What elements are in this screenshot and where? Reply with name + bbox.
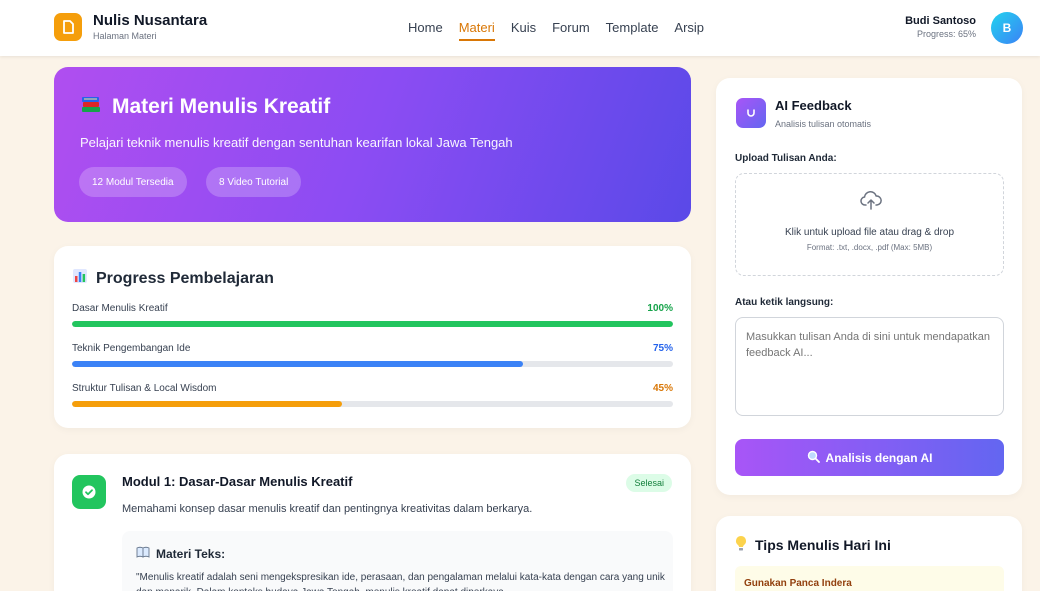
check-icon xyxy=(72,475,106,509)
user-progress: Progress: 65% xyxy=(916,29,976,39)
user-info: Budi Santoso Progress: 65% xyxy=(905,14,976,40)
cloud-upload-icon xyxy=(860,190,882,215)
progress-label: Struktur Tulisan & Local Wisdom xyxy=(72,383,217,394)
ai-feedback-card: AI Feedback Analisis tulisan otomatis Up… xyxy=(716,78,1022,495)
module-text-box: Materi Teks: "Menulis kreatif adalah sen… xyxy=(122,531,673,591)
user-name: Budi Santoso xyxy=(905,15,976,27)
nav-template[interactable]: Template xyxy=(606,19,659,41)
progress-label: Teknik Pengembangan Ide xyxy=(72,343,191,354)
logo-icon[interactable] xyxy=(54,13,82,41)
module-text-title: Materi Teks: xyxy=(156,546,226,561)
lightbulb-icon xyxy=(735,535,747,555)
tip-item[interactable]: Gunakan Panca Indera xyxy=(735,566,1004,591)
ai-feedback-title: AI Feedback xyxy=(775,98,852,113)
status-badge: Selesai xyxy=(626,474,672,492)
nav-materi[interactable]: Materi xyxy=(458,19,495,41)
hero-banner: Materi Menulis Kreatif Pelajari teknik m… xyxy=(54,67,691,222)
ai-feedback-subtitle: Analisis tulisan otomatis xyxy=(775,119,872,129)
hero-title-row: Materi Menulis Kreatif xyxy=(80,93,330,121)
upload-dropzone[interactable]: Klik untuk upload file atau drag & drop … xyxy=(735,173,1004,276)
progress-track xyxy=(72,361,673,367)
progress-percent: 45% xyxy=(652,383,673,394)
progress-card: Progress Pembelajaran Dasar Menulis Krea… xyxy=(54,246,691,428)
module-title: Modul 1: Dasar-Dasar Menulis Kreatif xyxy=(122,474,353,489)
videos-count-pill: 8 Video Tutorial xyxy=(206,167,302,197)
bar-chart-icon xyxy=(72,268,88,289)
type-label: Atau ketik langsung: xyxy=(735,297,834,308)
analyze-button-label: Analisis dengan AI xyxy=(825,450,933,465)
analyze-button[interactable]: Analisis dengan AI xyxy=(735,439,1004,476)
brand-subtitle: Halaman Materi xyxy=(93,31,157,41)
top-navbar: Nulis Nusantara Halaman Materi Home Mate… xyxy=(0,0,1040,56)
brand-name: Nulis Nusantara xyxy=(93,12,208,29)
module-card[interactable]: Modul 1: Dasar-Dasar Menulis Kreatif Sel… xyxy=(54,454,691,591)
progress-fill xyxy=(72,321,673,327)
tips-card: Tips Menulis Hari Ini Gunakan Panca Inde… xyxy=(716,516,1022,591)
module-description: Memahami konsep dasar menulis kreatif da… xyxy=(122,503,533,515)
nav-arsip[interactable]: Arsip xyxy=(674,19,704,41)
dropzone-text: Klik untuk upload file atau drag & drop xyxy=(785,227,954,238)
progress-track xyxy=(72,321,673,327)
tips-title-row: Tips Menulis Hari Ini xyxy=(735,535,891,555)
progress-title: Progress Pembelajaran xyxy=(96,269,274,287)
main-nav: Home Materi Kuis Forum Template Arsip xyxy=(408,19,720,41)
progress-fill xyxy=(72,361,523,367)
open-book-icon xyxy=(136,546,150,561)
hero-title: Materi Menulis Kreatif xyxy=(112,95,331,118)
progress-label: Dasar Menulis Kreatif xyxy=(72,303,168,314)
progress-track xyxy=(72,401,673,407)
progress-percent: 75% xyxy=(652,343,673,354)
progress-fill xyxy=(72,401,343,407)
nav-home[interactable]: Home xyxy=(408,19,443,41)
nav-forum[interactable]: Forum xyxy=(552,19,590,41)
module-text-title-row: Materi Teks: xyxy=(136,546,225,561)
module-text-body: "Menulis kreatif adalah seni mengekspres… xyxy=(136,572,665,591)
magnifier-icon xyxy=(807,450,820,466)
avatar[interactable]: B xyxy=(991,12,1023,44)
progress-percent: 100% xyxy=(647,303,673,314)
books-icon xyxy=(80,93,102,121)
tips-title: Tips Menulis Hari Ini xyxy=(755,537,891,553)
hero-description: Pelajari teknik menulis kreatif dengan s… xyxy=(80,135,513,150)
upload-label: Upload Tulisan Anda: xyxy=(735,153,837,164)
brand: Nulis Nusantara Halaman Materi xyxy=(93,12,207,42)
dropzone-format: Format: .txt, .docx, .pdf (Max: 5MB) xyxy=(806,243,933,252)
progress-title-row: Progress Pembelajaran xyxy=(72,268,274,289)
modules-count-pill: 12 Modul Tersedia xyxy=(79,167,187,197)
nav-kuis[interactable]: Kuis xyxy=(511,19,536,41)
ai-icon xyxy=(736,98,766,128)
tip-item-title: Gunakan Panca Indera xyxy=(744,578,852,589)
feedback-textarea[interactable] xyxy=(735,317,1004,416)
